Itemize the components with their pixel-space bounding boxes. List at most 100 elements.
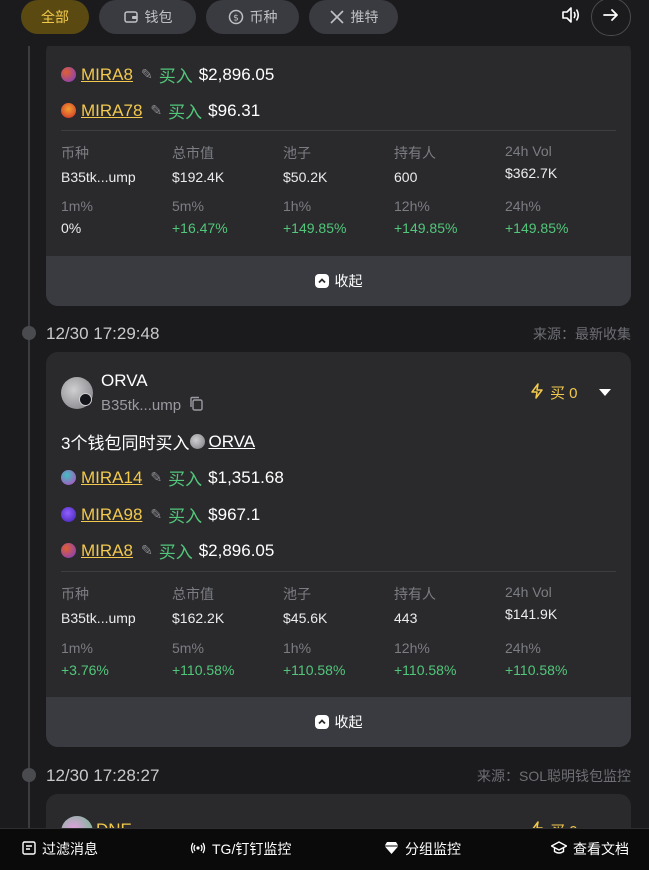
alert-card-1: MIRA8 ✎ 买入 $2,896.05 MIRA78 ✎ 买入 $96.31 …	[46, 40, 631, 306]
timeline-line	[28, 46, 30, 846]
divider	[61, 571, 616, 572]
trade-amount: $967.1	[208, 504, 261, 524]
trade-action: 买入	[168, 103, 203, 122]
stat-cell: 总市值 $162.2K	[172, 586, 225, 626]
diamond-icon	[384, 841, 399, 858]
top-filter-bar: 全部 钱包 $ 币种 推特	[0, 0, 649, 46]
edit-icon[interactable]: ✎	[141, 66, 153, 83]
timeline-dot	[22, 768, 36, 782]
arrow-right-icon	[602, 7, 620, 28]
stat-cell: 池子 $45.6K	[283, 586, 328, 626]
bottom-action-bar: 过滤消息 TG/钉钉监控 分组监控 查看文档	[0, 828, 649, 870]
stat-cell: 24h Vol $141.9K	[505, 584, 558, 622]
chevron-up-icon	[314, 715, 329, 729]
x-logo-icon	[329, 9, 345, 25]
stat-cell: 24h% +110.58%	[505, 640, 568, 678]
trade-amount: $1,351.68	[208, 467, 284, 487]
trade-action: 买入	[168, 470, 203, 489]
stat-cell: 5m% +110.58%	[172, 640, 235, 678]
group-monitor-button[interactable]: 分组监控	[384, 839, 461, 859]
tg-dingtalk-monitor-button[interactable]: TG/钉钉监控	[190, 839, 291, 859]
edit-icon[interactable]: ✎	[141, 542, 153, 559]
tab-coin[interactable]: $ 币种	[206, 0, 299, 34]
graduation-cap-icon	[550, 840, 568, 858]
trade-action: 买入	[158, 67, 193, 86]
chevron-up-icon	[314, 274, 329, 288]
filter-messages-button[interactable]: 过滤消息	[22, 839, 98, 859]
stat-cell: 1h% +149.85%	[283, 198, 347, 236]
wallet-link[interactable]: MIRA98	[81, 505, 142, 525]
wallet-link[interactable]: MIRA8	[81, 541, 133, 561]
trade-row: MIRA8 ✎ 买入 $2,896.05	[61, 62, 274, 87]
alert-card-2: ORVA B35tk...ump 买 0 3个钱包同时买入 ORVA MIRA1…	[46, 352, 631, 747]
tab-wallet[interactable]: 钱包	[99, 0, 196, 34]
stats-grid-row1: 币种 B35tk...ump 总市值 $162.2K 池子 $45.6K 持有人 443…	[61, 584, 616, 626]
wallet-link[interactable]: MIRA78	[81, 101, 142, 121]
collapse-button[interactable]: 收起	[46, 256, 631, 306]
token-icon	[61, 507, 76, 522]
stat-cell: 持有人 600	[394, 145, 436, 185]
token-icon	[61, 103, 76, 118]
edit-icon[interactable]: ✎	[150, 102, 162, 119]
trade-row: MIRA8 ✎ 买入 $2,896.05	[61, 538, 274, 563]
wallet-link[interactable]: MIRA14	[81, 468, 142, 488]
trade-action: 买入	[168, 507, 203, 526]
token-icon	[61, 470, 76, 485]
coin-icon: $	[228, 9, 244, 25]
chevron-down-icon[interactable]	[599, 389, 611, 396]
trade-row: MIRA14 ✎ 买入 $1,351.68	[61, 465, 284, 490]
stat-cell: 池子 $50.2K	[283, 145, 328, 185]
buy-count-badge[interactable]: 买 0	[530, 382, 578, 403]
stats-grid-row2: 1m% +3.76% 5m% +110.58% 1h% +110.58% 12h% +1…	[61, 640, 616, 678]
trade-action: 买入	[158, 543, 193, 562]
tab-all[interactable]: 全部	[21, 0, 89, 34]
timeline-dot	[22, 326, 36, 340]
token-icon	[61, 67, 76, 82]
trade-amount: $2,896.05	[198, 540, 275, 560]
entry-time: 12/30 17:28:27	[46, 766, 160, 785]
copy-icon[interactable]	[189, 396, 204, 415]
stat-cell: 币种 B35tk...ump	[61, 586, 136, 626]
stat-cell: 币种 B35tk...ump	[61, 145, 136, 185]
stats-grid-row1: 币种 B35tk...ump 总市值 $192.4K 池子 $50.2K 持有人 600…	[61, 143, 616, 185]
lightning-icon	[530, 382, 544, 403]
stat-cell: 12h% +149.85%	[394, 198, 458, 236]
sound-toggle-button[interactable]	[553, 0, 589, 34]
stat-cell: 5m% +16.47%	[172, 198, 228, 236]
tab-twitter[interactable]: 推特	[309, 0, 398, 34]
trade-row: MIRA98 ✎ 买入 $967.1	[61, 502, 260, 527]
stat-cell: 1m% 0%	[61, 198, 93, 236]
speaker-icon	[561, 6, 581, 29]
stat-cell: 24h Vol $362.7K	[505, 143, 558, 181]
trade-amount: $96.31	[208, 100, 261, 120]
wallet-link[interactable]: MIRA8	[81, 65, 133, 85]
view-docs-button[interactable]: 查看文档	[550, 839, 629, 859]
alert-headline: 3个钱包同时买入 ORVA	[61, 431, 256, 454]
stat-cell: 24h% +149.85%	[505, 198, 569, 236]
divider	[61, 130, 616, 131]
stat-cell: 1m% +3.76%	[61, 640, 109, 678]
token-icon	[190, 434, 206, 449]
filter-icon	[22, 840, 36, 858]
entry-time: 12/30 17:29:48	[46, 324, 160, 343]
next-button[interactable]	[591, 0, 631, 36]
collapse-button[interactable]: 收起	[46, 697, 631, 747]
stats-grid-row2: 1m% 0% 5m% +16.47% 1h% +149.85% 12h% +149.85…	[61, 198, 616, 236]
token-link[interactable]: ORVA	[208, 432, 255, 452]
token-icon	[61, 543, 76, 558]
trade-amount: $2,896.05	[198, 64, 275, 84]
broadcast-icon	[190, 841, 206, 858]
wallet-icon	[123, 9, 139, 25]
edit-icon[interactable]: ✎	[150, 469, 162, 486]
stat-cell: 总市值 $192.4K	[172, 145, 225, 185]
entry-source: 来源：SOL聪明钱包监控	[476, 768, 631, 784]
stat-cell: 1h% +110.58%	[283, 640, 346, 678]
entry-source: 来源：最新收集	[533, 326, 631, 342]
trade-row: MIRA78 ✎ 买入 $96.31	[61, 98, 260, 123]
token-name: ORVA	[101, 371, 148, 390]
stat-cell: 持有人 443	[394, 586, 436, 626]
svg-text:$: $	[233, 14, 239, 24]
edit-icon[interactable]: ✎	[150, 506, 162, 523]
stat-cell: 12h% +110.58%	[394, 640, 457, 678]
chain-badge-icon	[79, 393, 92, 406]
